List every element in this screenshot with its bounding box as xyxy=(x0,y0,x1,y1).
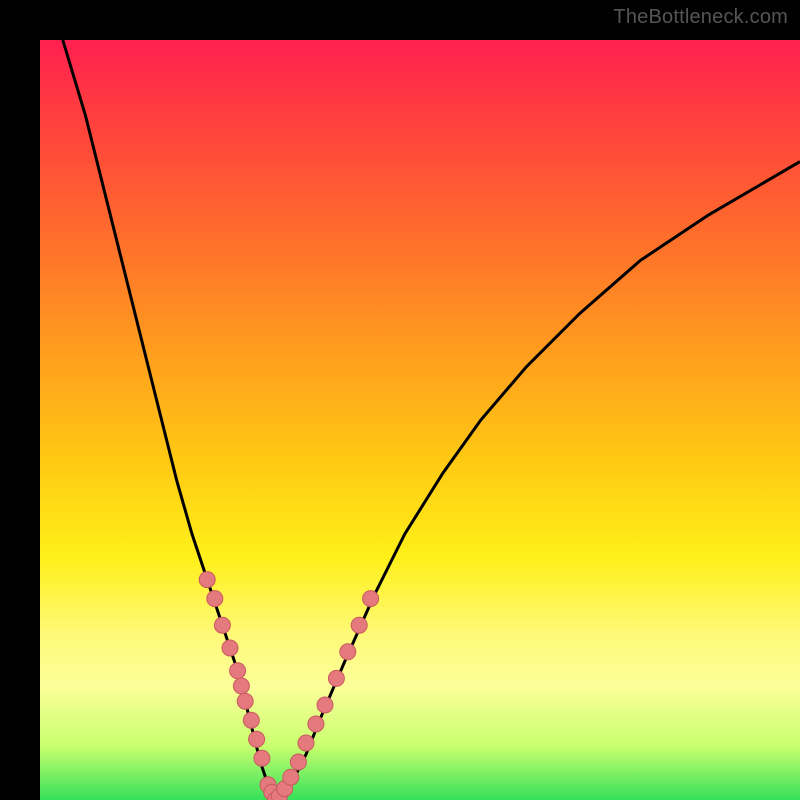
marker-point xyxy=(230,663,246,679)
marker-point xyxy=(317,697,333,713)
chart-frame: TheBottleneck.com xyxy=(0,0,800,800)
curve-svg xyxy=(40,40,800,800)
marker-point xyxy=(243,712,259,728)
right-curve xyxy=(276,162,800,800)
marker-point xyxy=(214,617,230,633)
marker-point xyxy=(233,678,249,694)
marker-point xyxy=(328,670,344,686)
marker-point xyxy=(237,693,253,709)
watermark-text: TheBottleneck.com xyxy=(613,6,788,29)
marker-point xyxy=(207,591,223,607)
marker-point xyxy=(340,644,356,660)
marker-point xyxy=(363,591,379,607)
marker-point xyxy=(351,617,367,633)
marker-point xyxy=(308,716,324,732)
marker-point xyxy=(254,750,270,766)
marker-point xyxy=(249,731,265,747)
marker-point xyxy=(199,572,215,588)
marker-point xyxy=(298,735,314,751)
marker-group xyxy=(199,572,378,800)
marker-point xyxy=(283,769,299,785)
plot-area xyxy=(40,40,800,800)
marker-point xyxy=(222,640,238,656)
marker-point xyxy=(290,754,306,770)
